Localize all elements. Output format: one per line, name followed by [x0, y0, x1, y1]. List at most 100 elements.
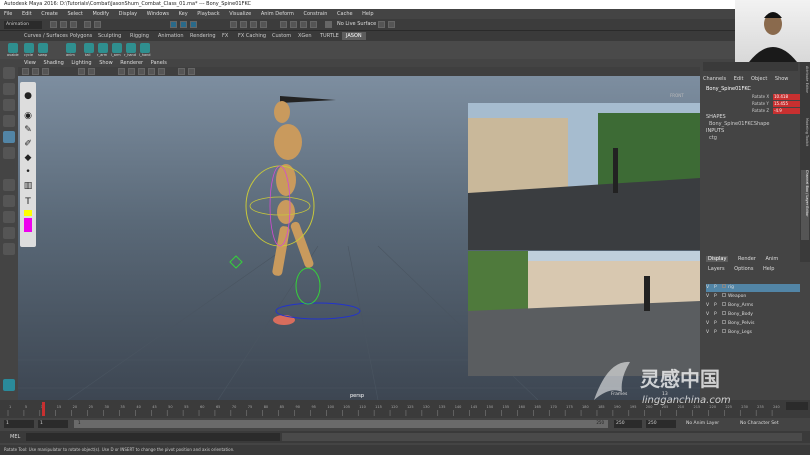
new-scene-icon[interactable]: [50, 21, 57, 28]
color-magenta-swatch[interactable]: [24, 218, 32, 232]
layer-color-swatch[interactable]: [722, 329, 726, 333]
text-icon[interactable]: T: [22, 196, 34, 208]
shelf-button-r-arm[interactable]: [98, 43, 108, 53]
magnet-icon[interactable]: [325, 21, 332, 28]
select-by-object-icon[interactable]: [180, 21, 187, 28]
film-gate-icon[interactable]: [88, 68, 95, 75]
shelf-tab-custom[interactable]: Custom: [268, 32, 295, 40]
menu-file[interactable]: File: [4, 11, 12, 17]
menu-anim-deform[interactable]: Anim Deform: [261, 11, 294, 17]
range-bar[interactable]: 1 250: [74, 420, 608, 428]
layer-visibility-toggle[interactable]: V: [706, 293, 714, 301]
layer-visibility-toggle[interactable]: V: [706, 329, 714, 337]
attr-value-rotate-y[interactable]: 15.455: [773, 101, 801, 107]
pencil-icon[interactable]: ✎: [22, 124, 34, 136]
layer-color-swatch[interactable]: [722, 302, 726, 306]
viewport-menu-lighting[interactable]: Lighting: [71, 60, 91, 66]
paint-select-icon[interactable]: [3, 99, 15, 111]
channel-tab-show[interactable]: Show: [775, 76, 789, 82]
anim-start-field[interactable]: 1: [4, 420, 34, 428]
layer-row[interactable]: V Prig: [706, 284, 800, 292]
four-view-icon[interactable]: [3, 195, 15, 207]
layer-visibility-toggle[interactable]: V: [706, 311, 714, 319]
lights-icon[interactable]: [148, 68, 155, 75]
side-tab-modeling-toolkit[interactable]: Modeling Toolkit: [801, 118, 809, 168]
menu-constrain[interactable]: Constrain: [303, 11, 327, 17]
anim-layer-dropdown[interactable]: No Anim Layer: [686, 421, 719, 426]
render-settings-icon[interactable]: [310, 21, 317, 28]
viewport-menu-show[interactable]: Show: [99, 60, 113, 66]
side-tab-attribute-editor[interactable]: Attribute Editor: [801, 66, 809, 116]
menu-create[interactable]: Create: [41, 11, 58, 17]
shelf-button-l-hand[interactable]: [140, 43, 150, 53]
shelf-button-r-hand[interactable]: [126, 43, 136, 53]
eraser-icon[interactable]: ◆: [22, 152, 34, 164]
move-tool-icon[interactable]: [3, 115, 15, 127]
shelf-tab-fx[interactable]: FX: [218, 32, 232, 40]
brush-icon[interactable]: ✐: [22, 138, 34, 150]
sidebar-toggle-icon[interactable]: [388, 21, 395, 28]
history-icon[interactable]: [280, 21, 287, 28]
save-scene-icon[interactable]: [70, 21, 77, 28]
live-surface-label[interactable]: No Live Surface: [337, 21, 376, 27]
symmetry-icon[interactable]: [378, 21, 385, 28]
shelf-tab-xgen[interactable]: XGen: [294, 32, 316, 40]
shelf-tab-rigging[interactable]: Rigging: [126, 32, 153, 40]
menu-windows[interactable]: Windows: [147, 11, 169, 17]
layer-visibility-toggle[interactable]: V: [706, 320, 714, 328]
input-name[interactable]: ctg: [709, 135, 717, 141]
shelf-tab-animation[interactable]: Animation: [154, 32, 188, 40]
shelf-tab-jason[interactable]: JASON: [342, 32, 366, 40]
select-by-component-icon[interactable]: [190, 21, 197, 28]
layer-tab-anim[interactable]: Anim: [765, 256, 778, 262]
camera-attributes-icon[interactable]: [32, 68, 39, 75]
layer-color-swatch[interactable]: [722, 293, 726, 297]
menu-display[interactable]: Display: [119, 11, 137, 17]
menu-select[interactable]: Select: [67, 11, 82, 17]
shelf-button-cycle[interactable]: [24, 43, 34, 53]
channel-tab-edit[interactable]: Edit: [734, 76, 744, 82]
command-input[interactable]: [26, 433, 280, 441]
layer-row[interactable]: V P Bony_Arms: [706, 302, 800, 310]
grid-toggle-icon[interactable]: [78, 68, 85, 75]
layer-playback-toggle[interactable]: P: [714, 311, 722, 319]
shadows-icon[interactable]: [158, 68, 165, 75]
undo-icon[interactable]: [84, 21, 91, 28]
select-tool-icon[interactable]: [3, 67, 15, 79]
mel-label[interactable]: MEL: [10, 434, 20, 440]
select-by-hierarchy-icon[interactable]: [170, 21, 177, 28]
layer-color-swatch[interactable]: [722, 320, 726, 324]
shelf-tab-turtle[interactable]: TURTLE: [316, 32, 343, 40]
shelf-button-ovable[interactable]: [8, 43, 18, 53]
shelf-tab-sculpting[interactable]: Sculpting: [94, 32, 125, 40]
layer-playback-toggle[interactable]: P: [714, 293, 722, 301]
shelf-button-tail[interactable]: [84, 43, 94, 53]
menu-cache[interactable]: Cache: [337, 11, 353, 17]
mode-selector[interactable]: Animation: [4, 21, 42, 29]
current-time-indicator[interactable]: [42, 402, 45, 416]
layer-playback-toggle[interactable]: P: [714, 320, 722, 328]
menu-playback[interactable]: Playback: [197, 11, 219, 17]
shape-name[interactable]: Bony_Spine01FKCShape: [709, 121, 770, 127]
playback-end-field[interactable]: 250: [614, 420, 642, 428]
anim-end-field[interactable]: 250: [646, 420, 676, 428]
shelf-tab-fx-caching[interactable]: FX Caching: [234, 32, 270, 40]
shelf-button-swap[interactable]: [38, 43, 48, 53]
scale-tool-icon[interactable]: [3, 147, 15, 159]
layer-visibility-toggle[interactable]: V: [706, 302, 714, 310]
layer-tab-display[interactable]: Display: [706, 256, 729, 262]
isolate-select-icon[interactable]: [178, 68, 185, 75]
rotate-tool-icon[interactable]: [3, 131, 15, 143]
redo-icon[interactable]: [94, 21, 101, 28]
view-cube-label[interactable]: FRONT: [670, 93, 684, 98]
menu-key[interactable]: Key: [179, 11, 188, 17]
layer-tab-render[interactable]: Render: [738, 256, 756, 262]
channel-tab-object[interactable]: Object: [751, 76, 767, 82]
xray-icon[interactable]: [188, 68, 195, 75]
layer-menu-options[interactable]: Options: [734, 266, 753, 272]
shelf-button-anim[interactable]: [66, 43, 76, 53]
menu-modify[interactable]: Modify: [93, 11, 110, 17]
render-icon[interactable]: [290, 21, 297, 28]
viewport-menu-shading[interactable]: Shading: [43, 60, 63, 66]
lasso-tool-icon[interactable]: [3, 83, 15, 95]
